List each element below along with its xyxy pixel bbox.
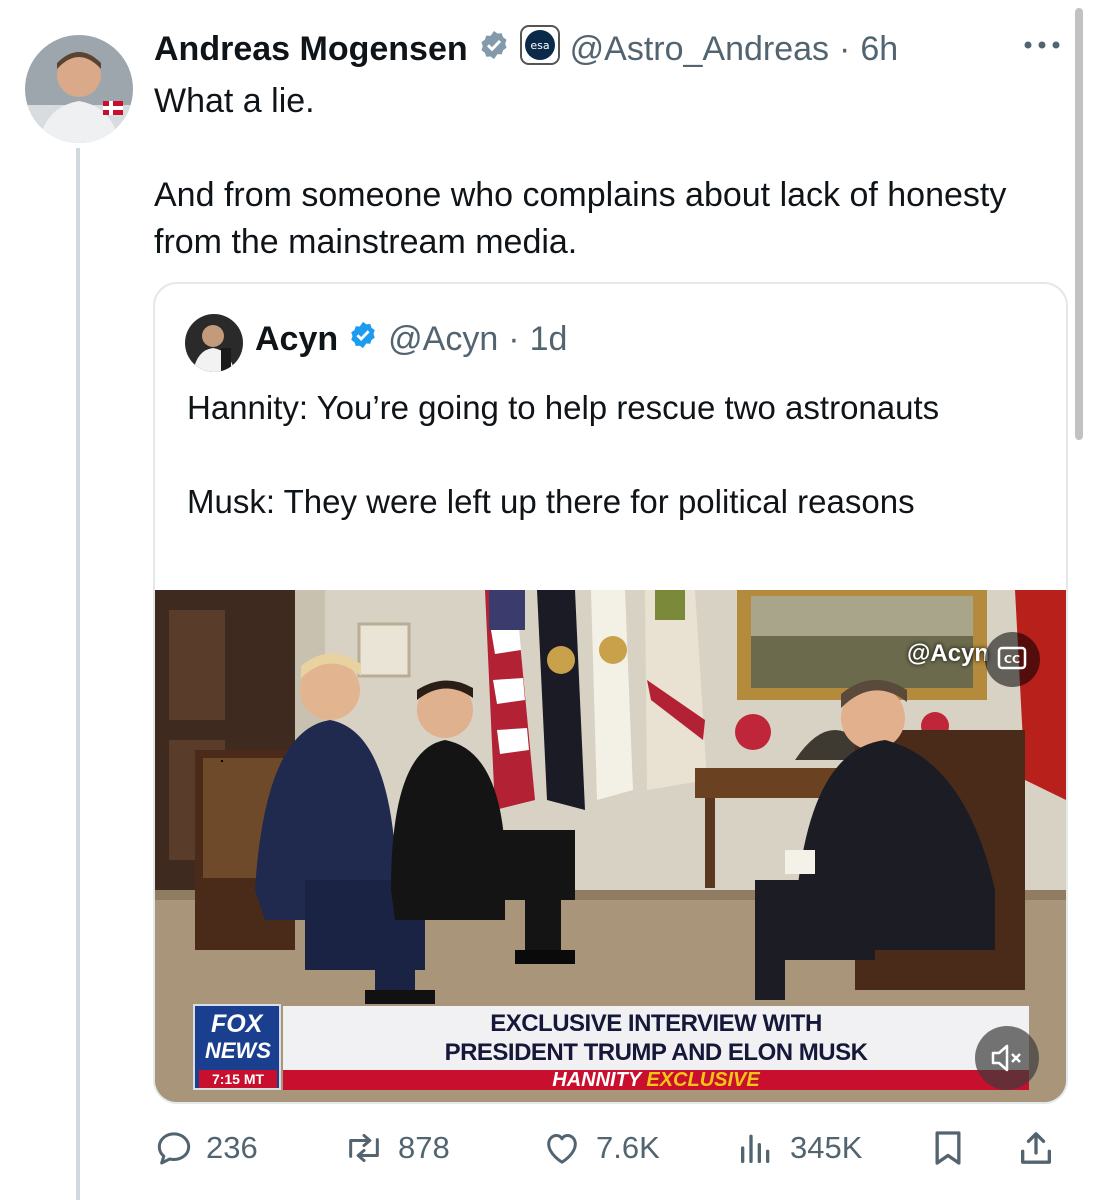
fox-news-logo: FOX NEWS 7:15 MT <box>193 1004 281 1090</box>
repost-button[interactable]: 878 <box>342 1120 450 1176</box>
reply-icon <box>154 1128 194 1168</box>
broadcast-clock: 7:15 MT <box>199 1070 277 1088</box>
reply-button[interactable]: 236 <box>154 1120 258 1176</box>
views-count: 345K <box>790 1130 863 1165</box>
scrollbar[interactable] <box>1075 8 1083 440</box>
news-lower-third: FOX NEWS 7:15 MT EXCLUSIVE INTERVIEW WIT… <box>193 1004 1033 1094</box>
video-player[interactable]: @Acyn CC FOX NEWS 7:15 MT EXCLUSIVE INTE… <box>155 590 1066 1102</box>
quoted-time[interactable]: 1d <box>530 320 568 359</box>
video-watermark: @Acyn <box>907 640 990 667</box>
share-icon <box>1016 1126 1056 1170</box>
network-logo-line2: NEWS <box>205 1038 271 1063</box>
esa-badge-icon: esa <box>519 24 560 74</box>
like-count: 7.6K <box>596 1130 660 1165</box>
quoted-header: Acyn @Acyn · 1d <box>255 320 567 359</box>
quoted-author-avatar[interactable] <box>185 314 243 372</box>
more-icon[interactable] <box>1020 30 1064 60</box>
separator-dot: · <box>839 29 851 68</box>
tweet-paragraph: And from someone who complains about lac… <box>154 176 1007 261</box>
esa-badge-label: esa <box>530 39 549 52</box>
thread-line <box>76 148 80 1200</box>
tweet-paragraph: What a lie. <box>154 82 315 120</box>
quoted-tweet[interactable]: Acyn @Acyn · 1d Hannity: You’re going to h… <box>153 282 1068 1104</box>
like-icon <box>540 1128 584 1168</box>
tweet-body: What a lie. And from someone who complai… <box>154 78 1034 313</box>
author-handle[interactable]: @Astro_Andreas <box>570 30 829 69</box>
chyron-line2: PRESIDENT TRUMP AND ELON MUSK <box>444 1039 868 1066</box>
quoted-paragraph: Musk: They were left up there for politi… <box>187 483 915 520</box>
repost-icon <box>342 1128 386 1168</box>
show-sub-banner: HANNITY EXCLUSIVE <box>283 1070 1029 1090</box>
show-tag: EXCLUSIVE <box>646 1069 760 1091</box>
network-logo-line1: FOX <box>211 1010 263 1038</box>
repost-count: 878 <box>398 1130 450 1165</box>
quoted-handle[interactable]: @Acyn <box>388 320 498 359</box>
bookmark-button[interactable] <box>928 1120 968 1176</box>
tweet-header: Andreas Mogensen esa @Astro_Andreas · 6h <box>154 24 898 74</box>
share-button[interactable] <box>1016 1120 1056 1176</box>
verified-badge-icon <box>478 29 510 70</box>
reply-count: 236 <box>206 1130 258 1165</box>
views-button[interactable]: 345K <box>734 1120 862 1176</box>
quoted-display-name[interactable]: Acyn <box>255 320 338 359</box>
cc-label: CC <box>1004 653 1020 666</box>
quoted-body: Hannity: You’re going to help rescue two… <box>187 384 1057 572</box>
author-display-name[interactable]: Andreas Mogensen <box>154 30 468 69</box>
verified-badge-icon <box>348 320 378 359</box>
action-bar: 236 878 7.6K 345K <box>154 1120 1064 1176</box>
mute-icon[interactable] <box>975 1026 1039 1090</box>
author-avatar[interactable] <box>25 35 133 143</box>
separator-dot: · <box>508 320 520 358</box>
closed-captions-icon[interactable]: CC <box>985 632 1040 687</box>
show-name: HANNITY <box>552 1069 641 1091</box>
views-icon <box>734 1128 778 1168</box>
like-button[interactable]: 7.6K <box>540 1120 660 1176</box>
chyron-banner: EXCLUSIVE INTERVIEW WITH PRESIDENT TRUMP… <box>283 1006 1029 1070</box>
bookmark-icon <box>928 1126 968 1170</box>
quoted-paragraph: Hannity: You’re going to help rescue two… <box>187 389 940 426</box>
chyron-line1: EXCLUSIVE INTERVIEW WITH <box>490 1010 822 1037</box>
post-time[interactable]: 6h <box>860 30 898 69</box>
